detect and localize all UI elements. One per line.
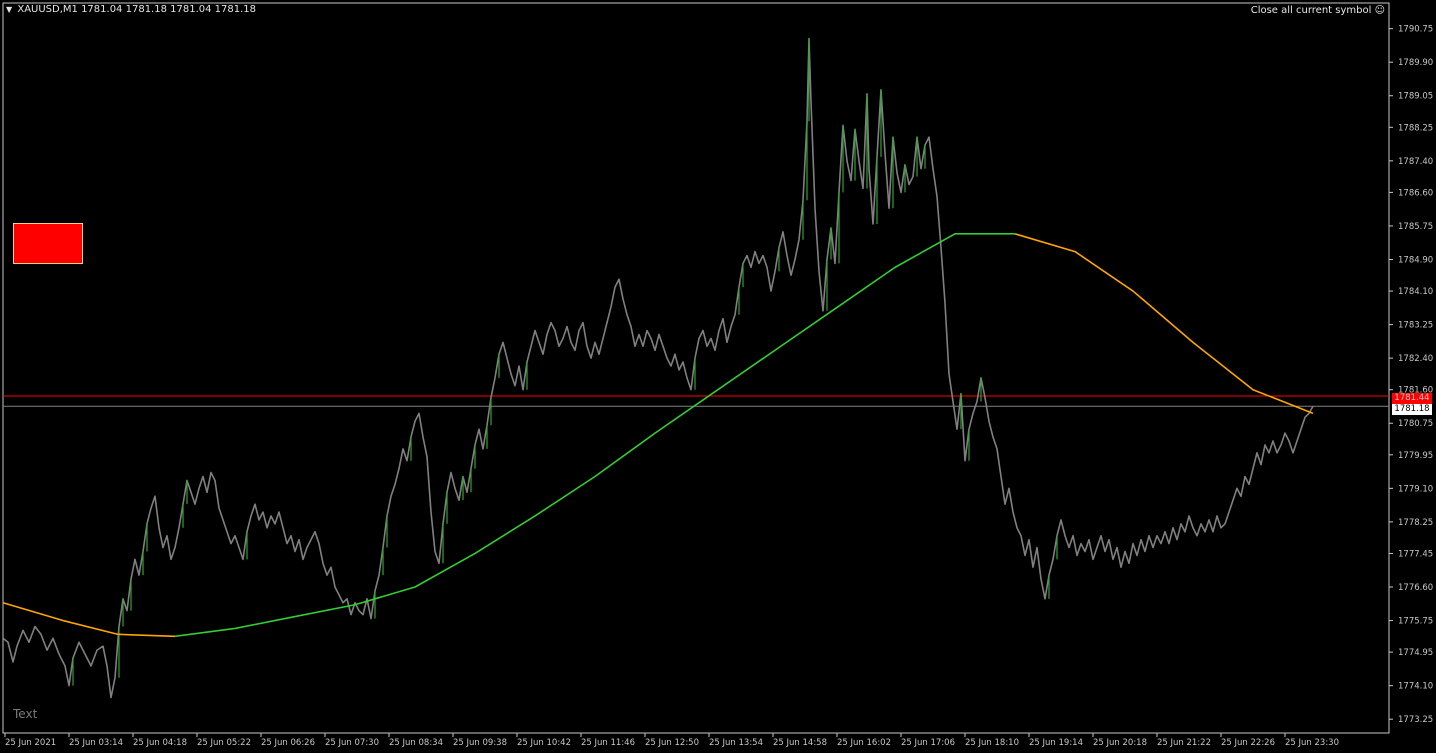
x-tick-label: 25 Jun 05:22 (197, 738, 251, 748)
y-tick-label: 1786.60 (1398, 188, 1433, 198)
x-tick-label: 25 Jun 18:10 (965, 738, 1019, 748)
x-tick-label: 25 Jun 06:26 (261, 738, 315, 748)
x-tick-label: 25 Jun 22:26 (1221, 738, 1275, 748)
y-tick-label: 1788.25 (1398, 123, 1433, 133)
red-rectangle-object[interactable] (13, 223, 83, 264)
y-tick-label: 1783.25 (1398, 321, 1433, 331)
x-tick-label: 25 Jun 03:14 (69, 738, 123, 748)
price-series (2, 37, 1314, 699)
x-tick-label: 25 Jun 17:06 (901, 738, 955, 748)
y-tick-label: 1789.90 (1398, 58, 1433, 68)
smiley-icon: ☺ (1374, 5, 1385, 16)
close-all-label: Close all current symbol (1250, 5, 1372, 16)
y-tick-label: 1778.25 (1398, 518, 1433, 528)
x-tick-label: 25 Jun 12:50 (645, 738, 699, 748)
current-price-tag: 1781.18 (1392, 404, 1432, 415)
y-tick-label: 1779.10 (1398, 484, 1433, 494)
x-tick-label: 25 Jun 2021 (5, 738, 56, 748)
x-tick-label: 25 Jun 19:14 (1029, 738, 1083, 748)
ma-segment-1 (2, 602, 176, 638)
symbol-info-text: XAUUSD,M1 1781.04 1781.18 1781.04 1781.1… (17, 4, 257, 15)
x-tick-label: 25 Jun 04:18 (133, 738, 187, 748)
dropdown-triangle-icon[interactable]: ▼ (6, 5, 12, 14)
y-tick-label: 1787.40 (1398, 157, 1433, 167)
ma-segment-3 (1014, 233, 1314, 415)
red-line-price-tag: 1781.44 (1392, 393, 1432, 404)
y-tick-label: 1784.90 (1398, 255, 1433, 265)
y-tick-label: 1773.25 (1398, 715, 1433, 725)
y-tick-label: 1777.45 (1398, 549, 1433, 559)
x-tick-label: 25 Jun 13:54 (709, 738, 763, 748)
price-line (2, 37, 1314, 699)
x-tick-label: 25 Jun 10:42 (517, 738, 571, 748)
y-tick-label: 1776.60 (1398, 583, 1433, 593)
time-axis: 25 Jun 2021 25 Jun 03:14 25 Jun 04:18 25 Ju… (4, 733, 1339, 748)
x-tick-label: 25 Jun 23:30 (1285, 738, 1339, 748)
x-tick-label: 25 Jun 09:38 (453, 738, 507, 748)
x-tick-label: 25 Jun 08:34 (389, 738, 443, 748)
x-tick-label: 25 Jun 07:30 (325, 738, 379, 748)
y-tick-label: 1784.10 (1398, 287, 1433, 297)
y-tick-label: 1790.75 (1398, 25, 1433, 35)
text-object[interactable]: Text (13, 707, 37, 721)
moving-average (2, 233, 1314, 638)
price-axis: 1790.75 1789.90 1789.05 1788.25 1787.40 1786.… (1389, 25, 1433, 725)
y-tick-label: 1782.40 (1398, 354, 1433, 364)
x-tick-label: 25 Jun 11:46 (581, 738, 635, 748)
y-tick-label: 1774.95 (1398, 648, 1433, 658)
x-tick-label: 25 Jun 21:22 (1157, 738, 1211, 748)
price-chart[interactable]: 1790.75 1789.90 1789.05 1788.25 1787.40 1786.… (0, 0, 1436, 753)
x-tick-label: 25 Jun 16:02 (837, 738, 891, 748)
y-tick-label: 1775.75 (1398, 617, 1433, 627)
x-tick-label: 25 Jun 20:18 (1093, 738, 1147, 748)
y-tick-label: 1785.75 (1398, 222, 1433, 232)
close-all-button[interactable]: Close all current symbol ☺ (1251, 5, 1385, 16)
y-tick-label: 1789.05 (1398, 92, 1433, 102)
x-tick-label: 25 Jun 14:58 (773, 738, 827, 748)
ma-segment-2 (174, 233, 1015, 638)
y-tick-label: 1774.10 (1398, 682, 1433, 692)
plot-border (2, 2, 1390, 734)
chart-frame (2, 2, 1390, 734)
y-tick-label: 1779.95 (1398, 451, 1433, 461)
symbol-info[interactable]: ▼ XAUUSD,M1 1781.04 1781.18 1781.04 1781… (6, 4, 256, 15)
y-tick-label: 1780.75 (1398, 419, 1433, 429)
